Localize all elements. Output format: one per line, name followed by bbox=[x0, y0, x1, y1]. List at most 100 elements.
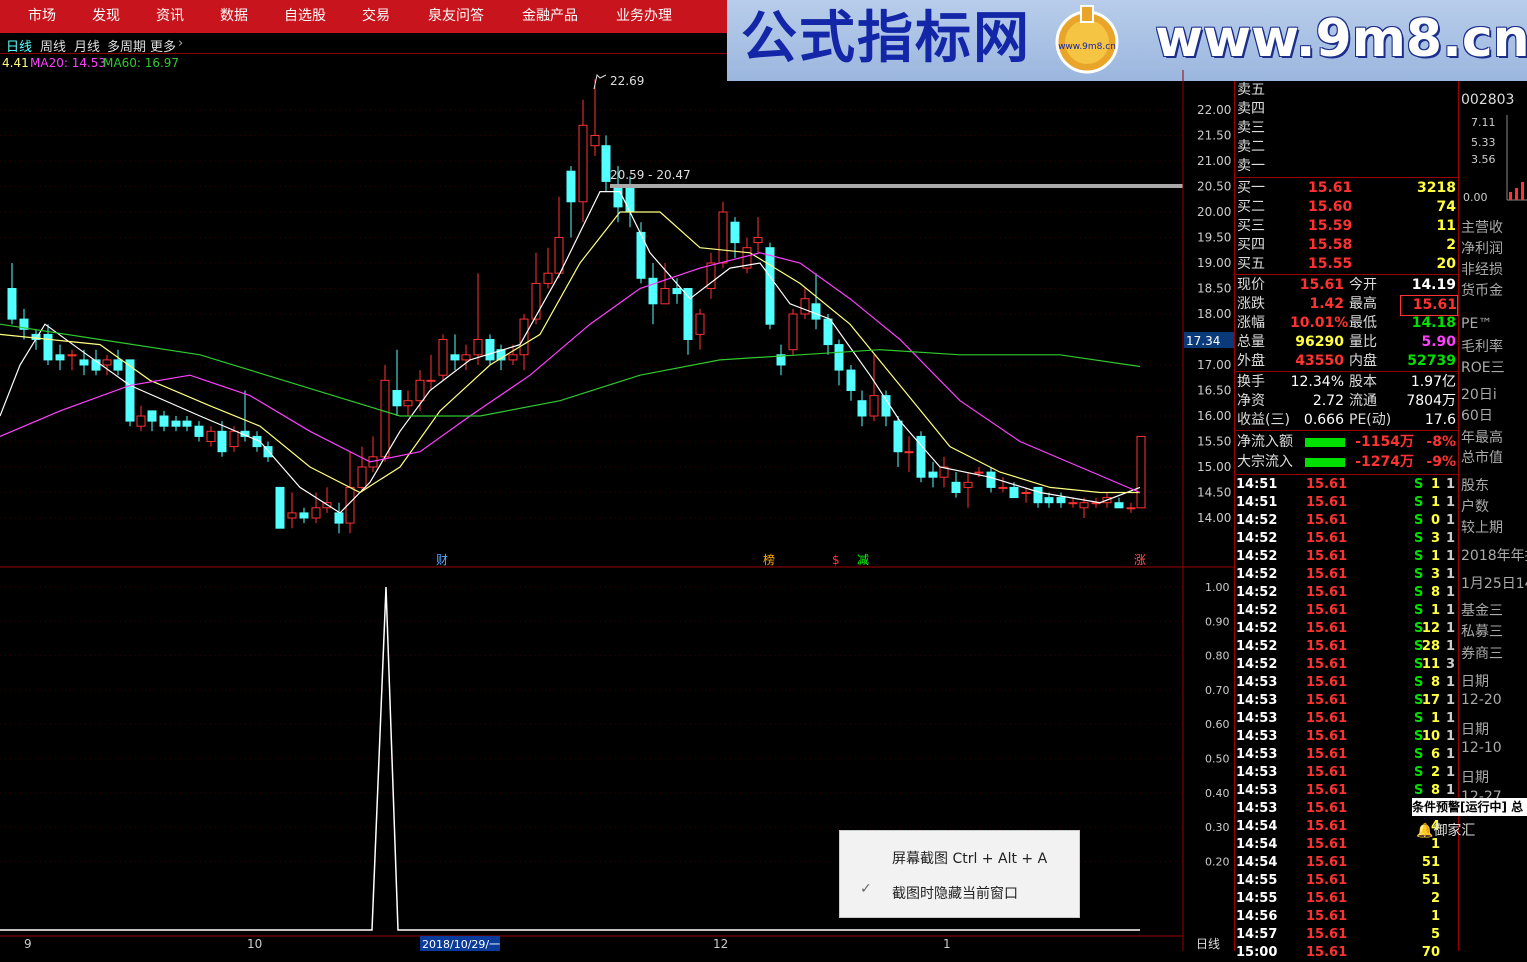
alert-title[interactable]: 条件预警[运行中] 总 bbox=[1412, 798, 1527, 816]
menu-watchlist[interactable]: 自选股 bbox=[284, 0, 326, 33]
menu-market[interactable]: 市场 bbox=[28, 0, 56, 33]
screenshot-shortcut[interactable]: 屏幕截图 Ctrl + Alt + A bbox=[892, 848, 1047, 868]
candle-body bbox=[974, 471, 984, 474]
tick-cell: 51 bbox=[1421, 873, 1440, 888]
tick-row: 14:52 15.61 12 S 1 bbox=[1236, 620, 1458, 638]
high-marker bbox=[593, 73, 607, 90]
divider bbox=[1236, 474, 1458, 475]
tick-row: 14:53 15.61 10 S 1 bbox=[1236, 728, 1458, 746]
tick-cell: 1 bbox=[1446, 567, 1456, 582]
alert-item[interactable]: 🔔御家汇 bbox=[1416, 820, 1475, 840]
cursor-price: 17.34 bbox=[1186, 334, 1220, 348]
candle-body bbox=[660, 288, 670, 305]
tick-cell: 15.61 bbox=[1306, 531, 1348, 546]
candle-body bbox=[963, 481, 973, 488]
tick-cell: 6 bbox=[1430, 747, 1440, 762]
fund-value: 17.6 bbox=[1424, 412, 1456, 428]
price-axis-tick: 21.00 bbox=[1197, 154, 1231, 168]
tick-row: 14:52 15.61 3 S 1 bbox=[1236, 566, 1458, 584]
kline-chart[interactable]: 20.59 - 20.47 22.69 22.00 21.50 21.00 20.50… bbox=[0, 70, 1234, 951]
indicator-axis-tick: 1.00 bbox=[1205, 581, 1230, 594]
tick-cell: S bbox=[1414, 603, 1424, 618]
tick-cell: 15.61 bbox=[1306, 693, 1348, 708]
tick-cell: 1 bbox=[1446, 621, 1456, 636]
candle-body bbox=[67, 354, 77, 357]
menu-trade[interactable]: 交易 bbox=[362, 0, 390, 33]
tick-cell: 15.61 bbox=[1306, 801, 1348, 816]
tick-row: 15:00 15.61 70 bbox=[1236, 944, 1458, 962]
ma60-line bbox=[0, 323, 1141, 417]
flow-pct: -9% bbox=[1426, 454, 1456, 470]
tick-cell: 15.61 bbox=[1306, 585, 1348, 600]
bid-volume: 74 bbox=[1436, 199, 1456, 215]
event-marker-dollar: $ bbox=[832, 553, 840, 567]
tick-cell: 1 bbox=[1430, 549, 1440, 564]
fund-label: PE(动) bbox=[1349, 412, 1392, 428]
fund-label: 流通 bbox=[1349, 393, 1377, 409]
menu-data[interactable]: 数据 bbox=[220, 0, 248, 33]
bid-price: 15.61 bbox=[1308, 180, 1353, 196]
candle-body bbox=[113, 359, 123, 371]
fund-value: 0.666 bbox=[1303, 412, 1344, 428]
tick-cell: 15.61 bbox=[1306, 837, 1348, 852]
tick-cell: S bbox=[1414, 675, 1424, 690]
tick-cell: S bbox=[1414, 639, 1424, 654]
tick-cell: 1 bbox=[1446, 549, 1456, 564]
tick-cell: 15.61 bbox=[1306, 621, 1348, 636]
quote-label: 最高 bbox=[1349, 296, 1377, 312]
price-axis-tick: 16.00 bbox=[1197, 409, 1231, 423]
quote-label: 涨幅 bbox=[1237, 315, 1265, 331]
tick-cell: 1 bbox=[1446, 693, 1456, 708]
tick-cell: 15.61 bbox=[1306, 639, 1348, 654]
menu-business[interactable]: 业务办理 bbox=[616, 0, 672, 33]
check-icon: ✓ bbox=[860, 881, 872, 897]
chevron-right-icon[interactable]: › bbox=[178, 36, 183, 51]
candle-body bbox=[1056, 497, 1066, 504]
candle-body bbox=[1079, 502, 1089, 509]
mini-bar-chart: 7.11 5.33 3.56 0.00 bbox=[1463, 115, 1527, 204]
candle-body bbox=[846, 369, 856, 392]
candle-body bbox=[613, 186, 623, 208]
tick-cell: 14:53 bbox=[1236, 711, 1278, 726]
menu-news[interactable]: 资讯 bbox=[156, 0, 184, 33]
menu-qa[interactable]: 泉友问答 bbox=[428, 0, 484, 33]
candle-body bbox=[986, 471, 996, 488]
tick-cell: 14:53 bbox=[1236, 765, 1278, 780]
tick-cell: 1 bbox=[1446, 711, 1456, 726]
tick-cell: S bbox=[1414, 747, 1424, 762]
candle-body bbox=[1126, 507, 1136, 510]
ma-legend-ma60: MA60: 16.97 bbox=[103, 56, 180, 70]
tick-cell: 14:54 bbox=[1236, 855, 1278, 870]
fundamental-item: 户数 bbox=[1461, 499, 1489, 515]
bid-label: 买一 bbox=[1237, 180, 1265, 196]
bid-volume: 3218 bbox=[1417, 180, 1456, 196]
divider bbox=[1236, 177, 1458, 178]
ask-label: 卖一 bbox=[1237, 158, 1265, 174]
tick-cell: 51 bbox=[1421, 855, 1440, 870]
menu-finance-products[interactable]: 金融产品 bbox=[522, 0, 578, 33]
candle-body bbox=[159, 415, 169, 427]
banner-title: 公式指标网 bbox=[741, 6, 1031, 71]
tick-row: 14:53 15.61 6 S 1 bbox=[1236, 746, 1458, 764]
bid-volume: 2 bbox=[1446, 237, 1456, 253]
candle-body bbox=[473, 339, 483, 356]
candle-body bbox=[403, 400, 413, 407]
hide-window-option[interactable]: 截图时隐藏当前窗口 bbox=[892, 883, 1018, 903]
tick-cell: 1 bbox=[1446, 675, 1456, 690]
tick-cell: 1 bbox=[1446, 603, 1456, 618]
candle-body bbox=[695, 313, 705, 335]
candle-body bbox=[904, 451, 914, 454]
candle-body bbox=[601, 145, 611, 182]
candle-body bbox=[753, 237, 763, 244]
ask-label: 卖四 bbox=[1237, 101, 1265, 117]
tick-row: 14:52 15.61 28 S 1 bbox=[1236, 638, 1458, 656]
period-label: 日线 bbox=[1196, 937, 1220, 951]
menu-discover[interactable]: 发现 bbox=[92, 0, 120, 33]
tick-cell: 14:51 bbox=[1236, 477, 1278, 492]
tick-cell: 14:53 bbox=[1236, 675, 1278, 690]
candle-body bbox=[275, 486, 285, 529]
bell-icon: 🔔 bbox=[1416, 823, 1434, 839]
candle-body bbox=[125, 359, 135, 422]
tick-cell: 14:51 bbox=[1236, 495, 1278, 510]
flow-label: 净流入额 bbox=[1237, 434, 1293, 450]
